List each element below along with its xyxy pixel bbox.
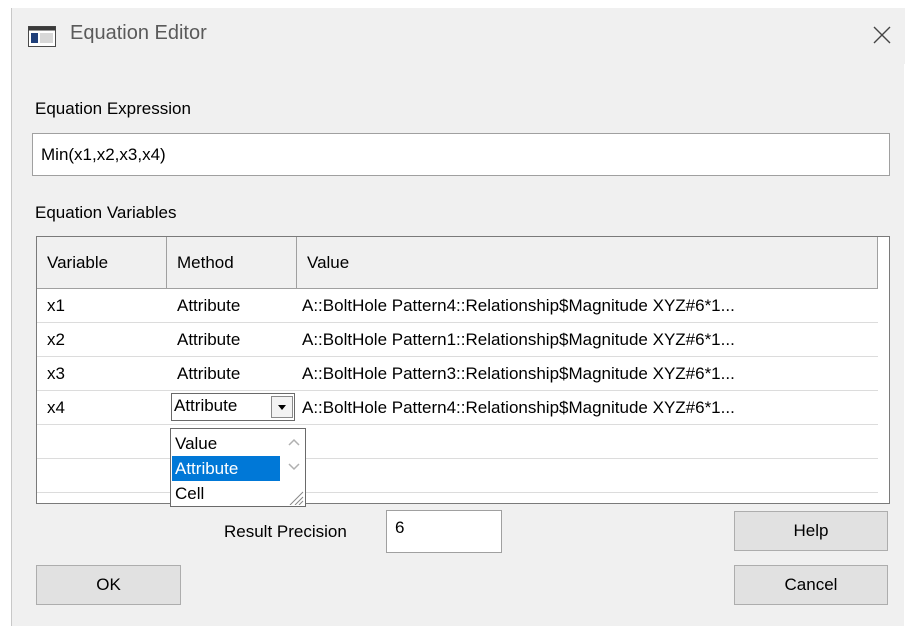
column-header-variable[interactable]: Variable: [37, 237, 167, 288]
equation-expression-label: Equation Expression: [35, 99, 191, 118]
ok-button[interactable]: OK: [36, 565, 181, 605]
column-header-method[interactable]: Method: [167, 237, 297, 288]
grid-header: Variable Method Value: [37, 237, 878, 289]
value-cell[interactable]: A::BoltHole Pattern1::Relationship$Magni…: [297, 323, 878, 356]
column-header-value[interactable]: Value: [297, 237, 878, 288]
result-precision-value: 6: [395, 518, 405, 537]
equation-expression-value: Min(x1,x2,x3,x4): [41, 144, 166, 164]
method-combobox-value: Attribute: [174, 396, 238, 415]
close-icon: [873, 26, 891, 44]
variables-grid[interactable]: Variable Method Value x1 Attribute A::Bo…: [36, 236, 890, 504]
method-cell[interactable]: Attribute: [167, 357, 297, 390]
value-cell[interactable]: A::BoltHole Pattern3::Relationship$Magni…: [297, 357, 878, 390]
method-dropdown-list[interactable]: Value Attribute Cell: [170, 428, 306, 507]
method-cell[interactable]: Attribute: [167, 323, 297, 356]
dropdown-option-value[interactable]: Value: [172, 431, 280, 456]
chevron-down-icon: [278, 404, 286, 410]
table-row[interactable]: x3 Attribute A::BoltHole Pattern3::Relat…: [37, 357, 878, 391]
app-window-icon: [28, 26, 56, 47]
value-cell[interactable]: A::BoltHole Pattern4::Relationship$Magni…: [297, 391, 878, 424]
combobox-dropdown-button[interactable]: [271, 396, 293, 418]
dropdown-option-attribute[interactable]: Attribute: [172, 456, 280, 481]
method-combobox[interactable]: Attribute: [171, 393, 295, 421]
cancel-button[interactable]: Cancel: [734, 565, 888, 605]
variable-cell: x4: [47, 397, 65, 417]
value-cell[interactable]: A::BoltHole Pattern4::Relationship$Magni…: [297, 289, 878, 322]
title-bar: Equation Editor: [12, 8, 905, 64]
table-row[interactable]: x2 Attribute A::BoltHole Pattern1::Relat…: [37, 323, 878, 357]
help-button[interactable]: Help: [734, 511, 888, 551]
equation-expression-input[interactable]: Min(x1,x2,x3,x4): [32, 133, 890, 176]
variable-cell: x2: [47, 329, 65, 349]
table-row[interactable]: x1 Attribute A::BoltHole Pattern4::Relat…: [37, 289, 878, 323]
window-title: Equation Editor: [70, 22, 207, 44]
dropdown-scrollbar[interactable]: [284, 430, 304, 490]
table-row[interactable]: x4 Attribute A::BoltHole Pattern4::Relat…: [37, 391, 878, 425]
variable-cell: x1: [47, 295, 65, 315]
close-button[interactable]: [859, 12, 905, 58]
equation-variables-label: Equation Variables: [35, 203, 177, 222]
variable-cell: x3: [47, 363, 65, 383]
resize-grip-icon[interactable]: [284, 489, 304, 505]
dropdown-option-cell[interactable]: Cell: [172, 481, 280, 506]
empty-row: [37, 459, 878, 493]
method-cell[interactable]: Attribute: [167, 289, 297, 322]
equation-editor-dialog: Equation Editor Equation Expression Min(…: [11, 8, 905, 626]
empty-row: [37, 425, 878, 459]
result-precision-label: Result Precision: [224, 522, 347, 541]
result-precision-input[interactable]: 6: [386, 510, 502, 553]
